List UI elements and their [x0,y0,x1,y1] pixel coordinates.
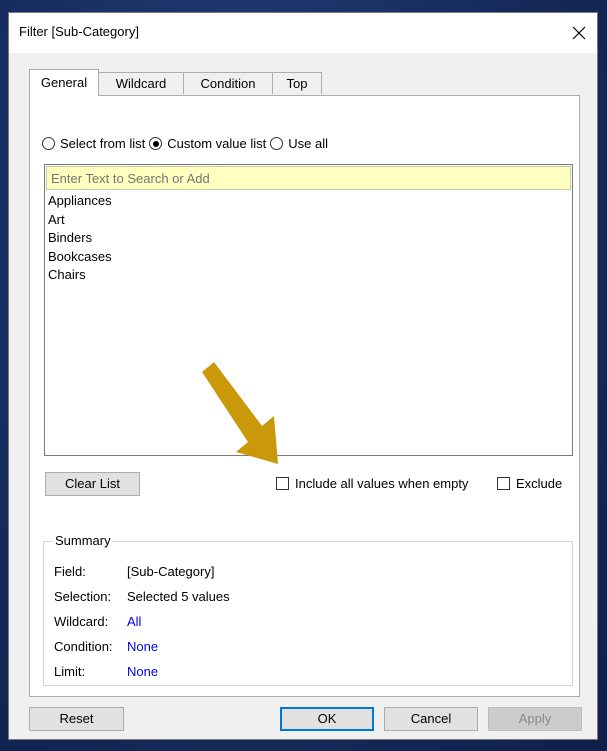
summary-group: Summary Field: [Sub-Category] Selection: S… [43,533,573,686]
list-item[interactable]: Appliances [48,192,569,211]
reset-button[interactable]: Reset [29,707,124,731]
exclude-checkbox[interactable] [497,477,510,490]
summary-label: Selection: [54,589,112,604]
clear-list-button[interactable]: Clear List [45,472,140,496]
list-item[interactable]: Chairs [48,266,569,285]
search-or-add-input[interactable] [46,166,571,190]
summary-row-field: Field: [Sub-Category] [54,564,214,579]
list-item[interactable]: Bookcases [48,248,569,267]
value-mode-radio-group: Select from list Custom value list Use a… [42,136,332,151]
summary-label: Field: [54,564,86,579]
value-list: Appliances Art Binders Bookcases Chairs [45,191,572,286]
radio-use-all[interactable]: Use all [270,136,328,151]
filter-dialog: Filter [Sub-Category] General Wildcard C… [8,12,598,740]
summary-row-wildcard: Wildcard: All [54,614,141,629]
include-all-values-checkbox-row[interactable]: Include all values when empty [276,476,468,491]
tab-top[interactable]: Top [272,72,322,94]
include-all-values-label: Include all values when empty [295,476,469,491]
list-item[interactable]: Art [48,211,569,230]
include-all-values-checkbox[interactable] [276,477,289,490]
summary-value: Selected 5 values [127,589,230,604]
radio-button[interactable] [270,137,284,150]
radio-select-from-list[interactable]: Select from list [42,136,145,151]
summary-label: Limit: [54,664,86,679]
summary-limit-link[interactable]: None [127,664,158,679]
radio-button-selected[interactable] [149,137,163,150]
apply-button[interactable]: Apply [488,707,582,731]
radio-label: Use all [288,136,328,151]
radio-label: Select from list [60,136,146,151]
summary-wildcard-link[interactable]: All [127,614,141,629]
cancel-button[interactable]: Cancel [384,707,478,731]
radio-label: Custom value list [167,136,267,151]
radio-custom-value-list[interactable]: Custom value list [149,136,266,151]
tab-wildcard[interactable]: Wildcard [98,72,184,94]
summary-label: Wildcard: [54,614,109,629]
summary-condition-link[interactable]: None [127,639,158,654]
title-bar: Filter [Sub-Category] [9,13,597,53]
custom-value-listbox[interactable]: Appliances Art Binders Bookcases Chairs [44,164,573,456]
tab-general[interactable]: General [29,69,99,96]
tab-condition[interactable]: Condition [183,72,273,94]
down-left-arrow-icon [202,362,278,464]
exclude-checkbox-row[interactable]: Exclude [497,476,562,491]
summary-row-selection: Selection: Selected 5 values [54,589,230,604]
exclude-label: Exclude [516,476,563,491]
summary-row-limit: Limit: None [54,664,158,679]
general-tab-panel: Select from list Custom value list Use a… [29,95,580,697]
close-button[interactable] [565,19,593,47]
dialog-title: Filter [Sub-Category] [19,24,139,39]
summary-row-condition: Condition: None [54,639,158,654]
summary-legend: Summary [53,533,113,548]
summary-value: [Sub-Category] [127,564,215,579]
list-item[interactable]: Binders [48,229,569,248]
radio-button[interactable] [42,137,55,150]
summary-label: Condition: [54,639,113,654]
ok-button[interactable]: OK [280,707,374,731]
close-icon [572,26,586,40]
